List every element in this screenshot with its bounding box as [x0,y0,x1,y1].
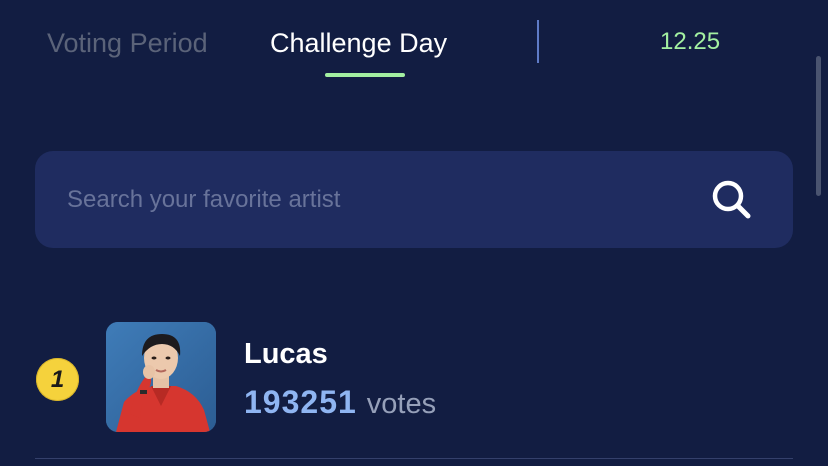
artist-name: Lucas [244,338,328,370]
vote-count: 193251 [244,384,357,420]
rank-badge: 1 [36,358,79,401]
row-divider [35,458,793,459]
vote-unit: votes [366,388,437,420]
search-bar[interactable] [35,151,793,248]
artist-photo [106,322,216,432]
search-icon[interactable] [707,175,755,223]
header-divider [537,20,539,63]
search-input[interactable] [67,181,667,219]
rank-number: 1 [50,366,65,393]
active-tab-indicator [325,73,405,77]
vote-info: 193251 votes [244,384,436,427]
tab-voting-period[interactable]: Voting Period [47,26,208,60]
tab-challenge-day[interactable]: Challenge Day [270,26,447,60]
date-label: 12.25 [660,28,721,55]
scrollbar[interactable] [816,56,821,196]
avatar[interactable] [106,322,216,432]
